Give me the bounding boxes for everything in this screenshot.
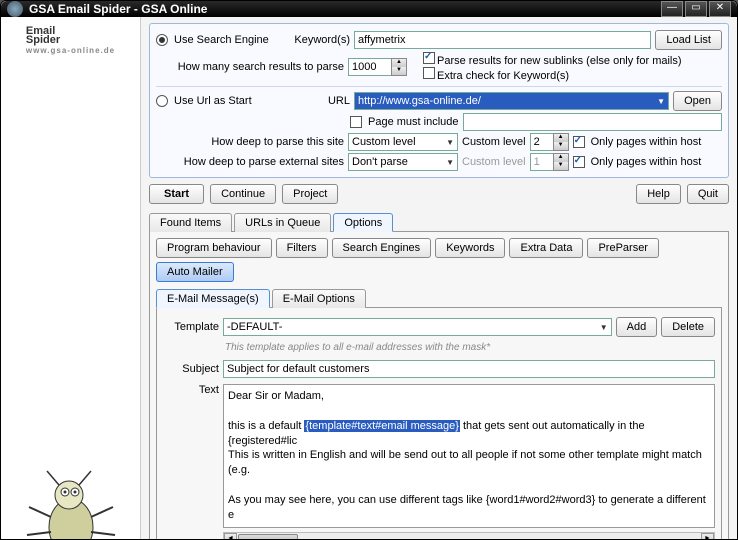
main-tabs: Found Items URLs in Queue Options xyxy=(149,212,729,232)
page-include-checkbox[interactable] xyxy=(350,116,362,128)
app-window: GSA Email Spider - GSA Online — ▭ ✕ Emai… xyxy=(0,0,738,540)
preparser-button[interactable]: PreParser xyxy=(587,238,659,258)
results-input[interactable] xyxy=(348,58,392,76)
close-button[interactable]: ✕ xyxy=(709,1,731,17)
url-label: URL xyxy=(286,95,350,107)
scroll-left-icon[interactable]: ◄ xyxy=(224,533,237,540)
keywords-button[interactable]: Keywords xyxy=(435,238,505,258)
body: Email Spider www.gsa-online.de 4.95 U xyxy=(1,17,737,540)
extra-check-checkbox[interactable] xyxy=(423,67,435,79)
open-button[interactable]: Open xyxy=(673,91,722,111)
logo: Email Spider www.gsa-online.de xyxy=(22,23,119,58)
tab-found-items[interactable]: Found Items xyxy=(149,213,232,232)
only-host1-label: Only pages within host xyxy=(591,136,702,148)
horizontal-scrollbar[interactable]: ◄ ► xyxy=(223,532,715,540)
logo-url: www.gsa-online.de xyxy=(26,48,115,55)
load-list-button[interactable]: Load List xyxy=(655,30,722,50)
use-search-engine-radio[interactable] xyxy=(156,34,168,46)
main-panel: Use Search Engine Keyword(s) Load List H… xyxy=(141,17,737,540)
filters-button[interactable]: Filters xyxy=(276,238,328,258)
project-button[interactable]: Project xyxy=(282,184,338,204)
deep-ext-combo[interactable]: Don't parse▼ xyxy=(348,153,458,171)
tab-urls-queue[interactable]: URLs in Queue xyxy=(234,213,331,232)
window-title: GSA Email Spider - GSA Online xyxy=(29,2,659,16)
help-button[interactable]: Help xyxy=(636,184,681,204)
extra-data-button[interactable]: Extra Data xyxy=(509,238,583,258)
action-bar: Start Continue Project Help Quit xyxy=(149,184,729,204)
source-group: Use Search Engine Keyword(s) Load List H… xyxy=(149,23,729,178)
custom-level1-label: Custom level xyxy=(462,136,526,148)
scroll-right-icon[interactable]: ► xyxy=(701,533,714,540)
minimize-button[interactable]: — xyxy=(661,1,683,17)
quit-button[interactable]: Quit xyxy=(687,184,729,204)
parse-sublinks-checkbox[interactable] xyxy=(423,52,435,64)
titlebar[interactable]: GSA Email Spider - GSA Online — ▭ ✕ xyxy=(1,1,737,17)
page-include-label: Page must include xyxy=(368,116,459,128)
keyword-input[interactable] xyxy=(354,31,651,49)
page-include-input[interactable] xyxy=(463,113,723,131)
subtab-messages[interactable]: E-Mail Message(s) xyxy=(156,289,270,308)
custom-level2-label: Custom level xyxy=(462,156,526,168)
results-label: How many search results to parse xyxy=(156,61,344,73)
use-url-radio[interactable] xyxy=(156,95,168,107)
mascot-image xyxy=(21,457,121,540)
url-value: http://www.gsa-online.de/ xyxy=(358,95,481,107)
template-hint: This template applies to all e-mail addr… xyxy=(163,340,715,357)
subject-input[interactable] xyxy=(223,360,715,378)
deep-ext-label: How deep to parse external sites xyxy=(156,156,344,168)
deep-site-label: How deep to parse this site xyxy=(156,136,344,148)
auto-mailer-button[interactable]: Auto Mailer xyxy=(156,262,234,282)
sidebar: Email Spider www.gsa-online.de 4.95 xyxy=(1,17,141,540)
add-button[interactable]: Add xyxy=(616,317,658,337)
body-textarea[interactable]: Dear Sir or Madam, this is a default {te… xyxy=(223,384,715,528)
spin-up-icon[interactable]: ▲ xyxy=(392,59,406,67)
search-engines-button[interactable]: Search Engines xyxy=(332,238,432,258)
mailer-subtabs: E-Mail Message(s) E-Mail Options xyxy=(156,288,722,308)
tab-options[interactable]: Options xyxy=(333,213,393,232)
option-buttons: Program behaviour Filters Search Engines… xyxy=(156,238,722,282)
app-icon xyxy=(7,1,23,17)
text-label: Text xyxy=(163,384,219,396)
url-combo[interactable]: http://www.gsa-online.de/▼ xyxy=(354,92,669,110)
options-pane: Program behaviour Filters Search Engines… xyxy=(149,232,729,540)
extra-check-label: Extra check for Keyword(s) xyxy=(437,70,569,82)
only-host1-checkbox[interactable] xyxy=(573,136,585,148)
use-search-engine-label: Use Search Engine xyxy=(174,34,282,46)
keyword-label: Keyword(s) xyxy=(286,34,350,46)
results-spinner[interactable]: ▲▼ xyxy=(348,58,407,76)
template-combo[interactable]: -DEFAULT-▼ xyxy=(223,318,612,336)
only-host2-label: Only pages within host xyxy=(591,156,702,168)
spin-down-icon[interactable]: ▼ xyxy=(392,67,406,75)
subject-label: Subject xyxy=(163,363,219,375)
logo-line2: Spider xyxy=(26,36,115,45)
messages-pane: Template -DEFAULT-▼ Add Delete This temp… xyxy=(156,308,722,540)
subtab-options[interactable]: E-Mail Options xyxy=(272,289,366,308)
continue-button[interactable]: Continue xyxy=(210,184,276,204)
parse-sublinks-label: Parse results for new sublinks (else onl… xyxy=(437,55,682,67)
deep-site-combo[interactable]: Custom level▼ xyxy=(348,133,458,151)
template-label: Template xyxy=(163,321,219,333)
body-highlight: {template#text#email message} xyxy=(304,420,459,432)
program-behaviour-button[interactable]: Program behaviour xyxy=(156,238,272,258)
custom-level2-spinner: ▲▼ xyxy=(530,153,569,171)
maximize-button[interactable]: ▭ xyxy=(685,1,707,17)
only-host2-checkbox[interactable] xyxy=(573,156,585,168)
use-url-label: Use Url as Start xyxy=(174,95,282,107)
custom-level1-spinner[interactable]: ▲▼ xyxy=(530,133,569,151)
delete-button[interactable]: Delete xyxy=(661,317,715,337)
start-button[interactable]: Start xyxy=(149,184,204,204)
scroll-thumb[interactable] xyxy=(238,534,298,540)
